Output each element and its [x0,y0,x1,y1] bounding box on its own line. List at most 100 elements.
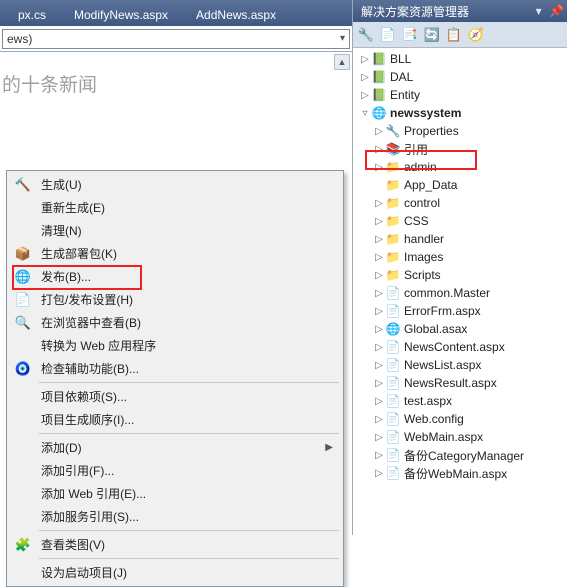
editor-tab[interactable]: ModifyNews.aspx [60,4,182,26]
member-dropdown[interactable]: ews) ▾ [2,29,350,49]
expander-icon[interactable]: ▷ [359,54,371,65]
expander-icon[interactable]: ▷ [373,378,385,389]
ref-icon: 🔧 [385,124,401,138]
show-all-btn[interactable]: 📄 [379,26,397,44]
menu-item-label: 添加 Web 引用(E)... [35,485,333,502]
tree-node[interactable]: ▷📄Web.config [353,410,567,428]
tree-node[interactable]: 📁App_Data [353,176,567,194]
view-btn[interactable]: 📋 [445,26,463,44]
tree-node[interactable]: ▷📗DAL [353,68,567,86]
menu-item[interactable]: 添加引用(F)... [9,459,341,482]
solution-toolbar: 🔧📄📑🔄📋🧭 [353,22,567,48]
menu-item[interactable]: 设为启动项目(J) [9,561,341,584]
editor-tab[interactable]: AddNews.aspx [182,4,290,26]
scroll-up-button[interactable]: ▲ [334,54,350,70]
tree-node[interactable]: ▷🌐Global.asax [353,320,567,338]
expander-icon[interactable]: ▷ [373,144,385,155]
expander-icon[interactable]: ▷ [373,270,385,281]
expander-icon[interactable]: ▷ [373,162,385,173]
expander-icon[interactable]: ▷ [373,288,385,299]
tree-node-label: 引用 [404,141,428,158]
menu-item[interactable]: 🧩查看类图(V) [9,533,341,556]
menu-item[interactable]: 转换为 Web 应用程序 [9,334,341,357]
tree-node[interactable]: ▷🔧Properties [353,122,567,140]
menu-item[interactable]: 📄打包/发布设置(H) [9,288,341,311]
tree-node[interactable]: ▷📄WebMain.aspx [353,428,567,446]
tree-node[interactable]: ▷📁admin [353,158,567,176]
properties-btn[interactable]: 🔧 [357,26,375,44]
solution-explorer-panel: 解决方案资源管理器 ▾ 📌 🔧📄📑🔄📋🧭 ▷📗BLL▷📗DAL▷📗Entity▿… [352,0,567,535]
tree-node-label: 备份CategoryManager [404,447,524,464]
expander-icon[interactable]: ▷ [373,396,385,407]
tree-node[interactable]: ▷📄ErrorFrm.aspx [353,302,567,320]
tree-node[interactable]: ▿🌐newssystem [353,104,567,122]
menu-item[interactable]: 重新生成(E) [9,196,341,219]
menu-item-label: 添加引用(F)... [35,462,333,479]
tree-node[interactable]: ▷📗Entity [353,86,567,104]
expander-icon[interactable]: ▷ [373,252,385,263]
menu-item[interactable]: 🧿检查辅助功能(B)... [9,357,341,380]
menu-item[interactable]: 🌐发布(B)... [9,265,341,288]
editor-tab[interactable]: px.cs [4,4,60,26]
menu-item[interactable]: 🔨生成(U) [9,173,341,196]
expander-icon[interactable]: ▷ [373,450,385,461]
tree-node[interactable]: ▷📗BLL [353,50,567,68]
proj-icon: 📗 [371,52,387,66]
file-icon: 📄 [385,430,401,444]
menu-item[interactable]: 项目生成顺序(I)... [9,408,341,431]
tree-node[interactable]: ▷📚引用 [353,140,567,158]
solution-explorer-title-bar: 解决方案资源管理器 ▾ 📌 [353,0,567,22]
dropdown-icon[interactable]: ▾ [532,4,546,18]
file-icon: 📄 [385,448,401,462]
tree-node[interactable]: ▷📄备份CategoryManager [353,446,567,464]
menu-item[interactable]: 📦生成部署包(K) [9,242,341,265]
menu-item[interactable]: 添加服务引用(S)... [9,505,341,528]
expander-icon[interactable]: ▷ [373,216,385,227]
menu-item[interactable]: 添加 Web 引用(E)... [9,482,341,505]
menu-item[interactable]: 🔍在浏览器中查看(B) [9,311,341,334]
tree-node-label: NewsContent.aspx [404,340,505,354]
tab-bar: px.csModifyNews.aspxAddNews.aspx [0,0,352,26]
tree-node[interactable]: ▷📄备份WebMain.aspx [353,464,567,482]
menu-item[interactable]: 项目依赖项(S)... [9,385,341,408]
tree-node[interactable]: ▷📄common.Master [353,284,567,302]
menu-item-label: 添加服务引用(S)... [35,508,333,525]
pin-icon[interactable]: 📌 [549,4,563,18]
package-icon: 📦 [15,246,31,262]
expander-icon[interactable]: ▷ [373,414,385,425]
tree-node[interactable]: ▷📁handler [353,230,567,248]
expander-icon[interactable]: ▷ [373,198,385,209]
collapse-btn[interactable]: 🧭 [467,26,485,44]
expander-icon[interactable]: ▷ [373,342,385,353]
expander-icon[interactable]: ▷ [359,90,371,101]
expander-icon[interactable]: ▷ [373,468,385,479]
tree-node[interactable]: ▷📄NewsList.aspx [353,356,567,374]
expander-icon[interactable]: ▷ [373,360,385,371]
tree-node[interactable]: ▷📄NewsContent.aspx [353,338,567,356]
tree-node[interactable]: ▷📁CSS [353,212,567,230]
tree-node[interactable]: ▷📁Images [353,248,567,266]
code-editor[interactable]: ▲ 的十条新闻 🔨生成(U)重新生成(E)清理(N)📦生成部署包(K)🌐发布(B… [0,52,352,535]
class-view-icon: 🧩 [15,537,31,553]
solution-tree[interactable]: ▷📗BLL▷📗DAL▷📗Entity▿🌐newssystem▷🔧Properti… [353,48,567,535]
menu-item[interactable]: 添加(D)▶ [9,436,341,459]
expander-icon[interactable]: ▷ [359,72,371,83]
folder-icon: 📁 [385,196,401,210]
expander-icon[interactable]: ▷ [373,234,385,245]
expander-icon[interactable]: ▷ [373,324,385,335]
tree-node[interactable]: ▷📄NewsResult.aspx [353,374,567,392]
expander-icon[interactable]: ▷ [373,126,385,137]
tree-node[interactable]: ▷📁Scripts [353,266,567,284]
sync-btn[interactable]: 🔄 [423,26,441,44]
expander-icon[interactable]: ▷ [373,306,385,317]
tree-node[interactable]: ▷📄test.aspx [353,392,567,410]
tree-node[interactable]: ▷📁control [353,194,567,212]
menu-item[interactable]: 清理(N) [9,219,341,242]
refresh-btn[interactable]: 📑 [401,26,419,44]
tree-node-label: ErrorFrm.aspx [404,304,481,318]
expander-icon[interactable]: ▷ [373,432,385,443]
expander-icon[interactable]: ▿ [359,108,371,119]
menu-item-label: 清理(N) [35,222,333,239]
proj-icon: 📗 [371,88,387,102]
tree-node-label: Web.config [404,412,464,426]
